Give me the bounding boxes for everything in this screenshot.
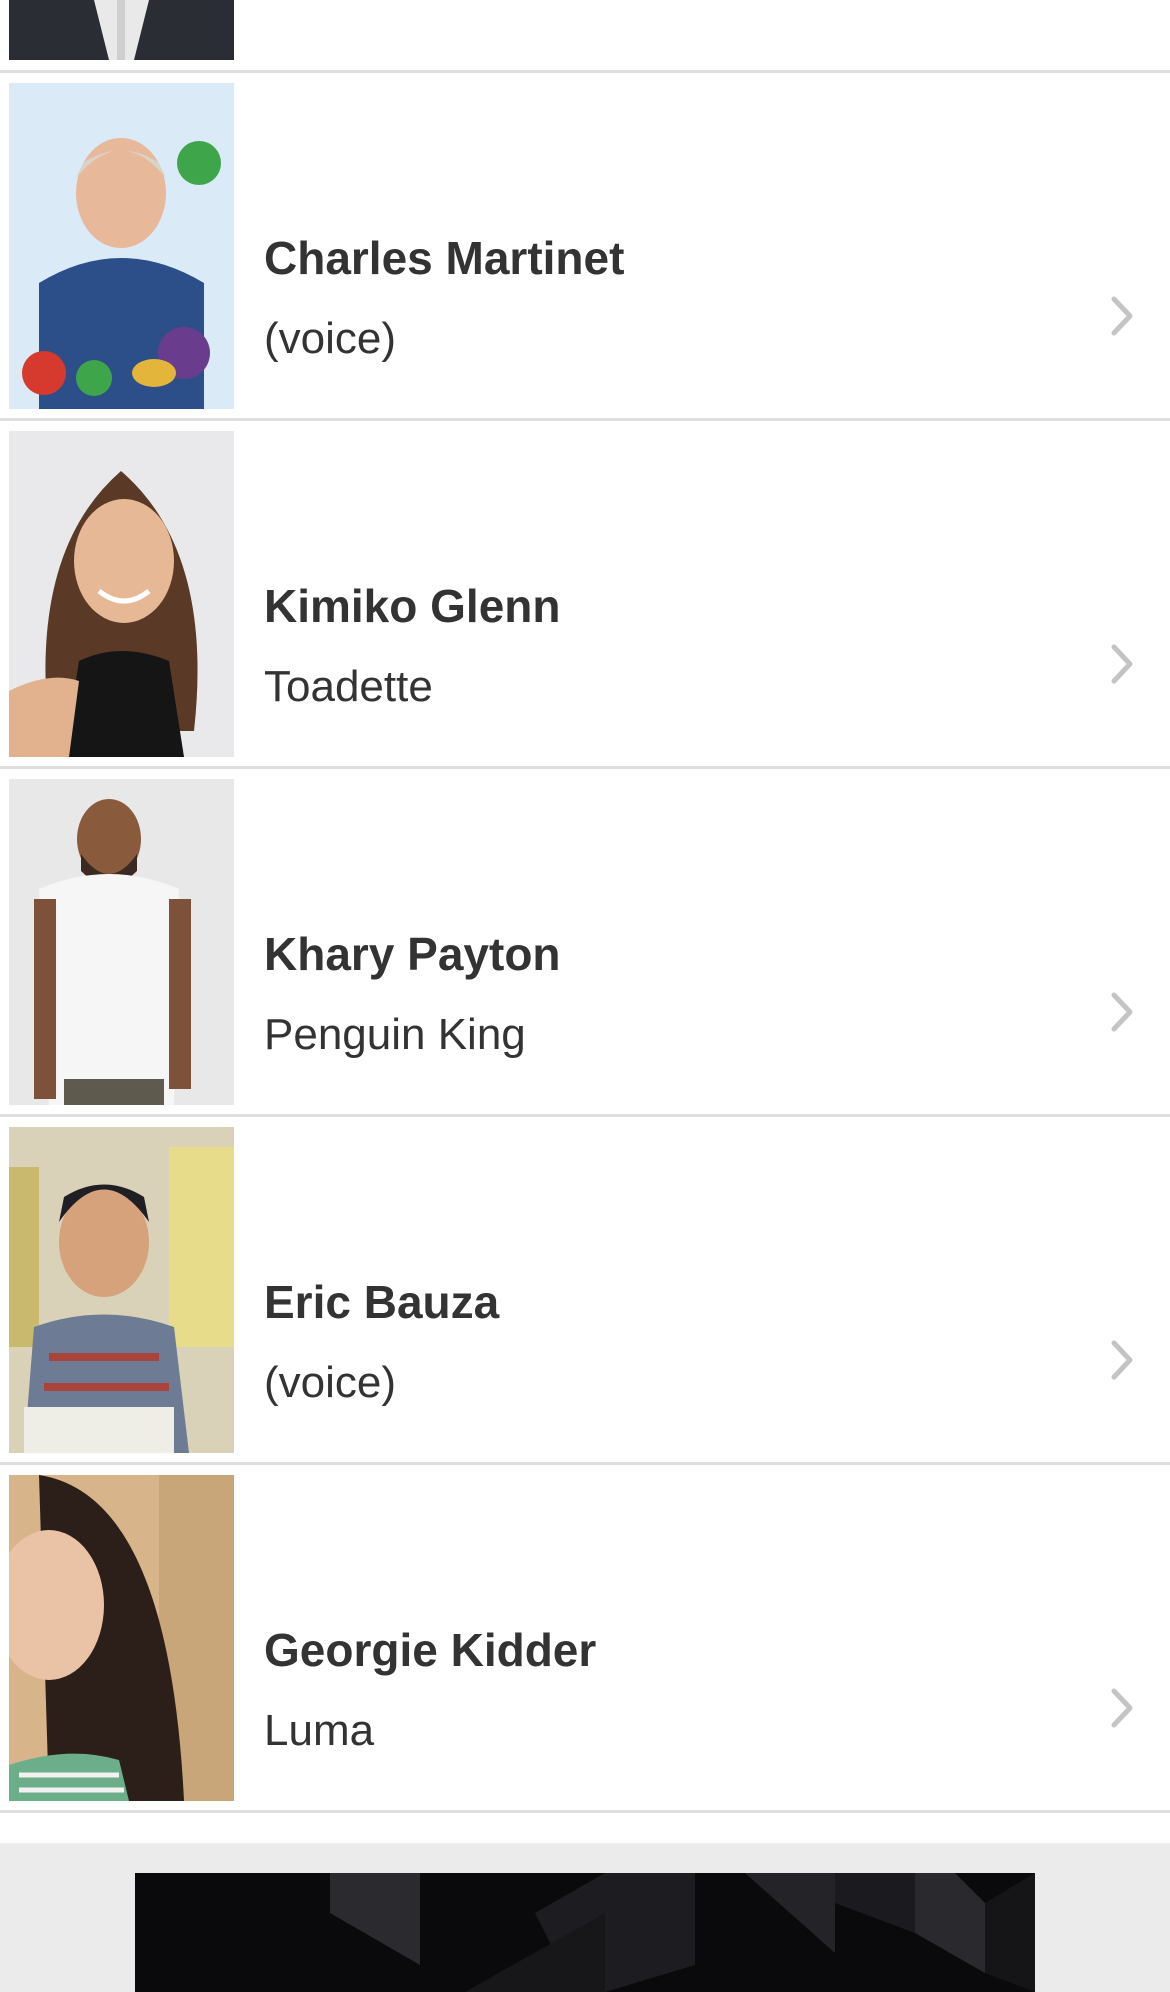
cast-row-partial[interactable]: [0, 0, 1170, 73]
cast-name: Charles Martinet: [264, 232, 625, 284]
cast-photo: [9, 0, 234, 60]
cast-role: (voice): [264, 1358, 397, 1407]
cast-row[interactable]: Charles Martinet (voice): [0, 73, 1170, 421]
cast-name: Eric Bauza: [264, 1276, 500, 1328]
cast-row[interactable]: Kimiko Glenn Toadette: [0, 421, 1170, 769]
cast-name: Kimiko Glenn: [264, 580, 561, 632]
cast-role: Luma: [264, 1706, 375, 1755]
cast-role: Penguin King: [264, 1010, 526, 1059]
cast-photo: [9, 779, 234, 1105]
cast-row[interactable]: Georgie Kidder Luma: [0, 1465, 1170, 1813]
cast-name: Georgie Kidder: [264, 1624, 597, 1676]
cast-photo: [9, 83, 234, 409]
cast-photo: [9, 1475, 234, 1801]
cast-row[interactable]: Khary Payton Penguin King: [0, 769, 1170, 1117]
cast-role: Toadette: [264, 662, 433, 711]
chevron-right-icon: [1110, 991, 1134, 1033]
cast-role: (voice): [264, 314, 397, 363]
chevron-right-icon: [1110, 643, 1134, 685]
chevron-right-icon: [1110, 1339, 1134, 1381]
cast-row[interactable]: Eric Bauza (voice): [0, 1117, 1170, 1465]
cast-name: Khary Payton: [264, 928, 561, 980]
chevron-right-icon: [1110, 295, 1134, 337]
cast-list: Charles Martinet (voice) Kimiko Glenn To…: [0, 0, 1170, 1813]
chevron-right-icon: [1110, 1687, 1134, 1729]
ad-banner[interactable]: [135, 1873, 1035, 1992]
cast-photo: [9, 1127, 234, 1453]
cast-photo: [9, 431, 234, 757]
ad-area: [0, 1843, 1170, 1992]
